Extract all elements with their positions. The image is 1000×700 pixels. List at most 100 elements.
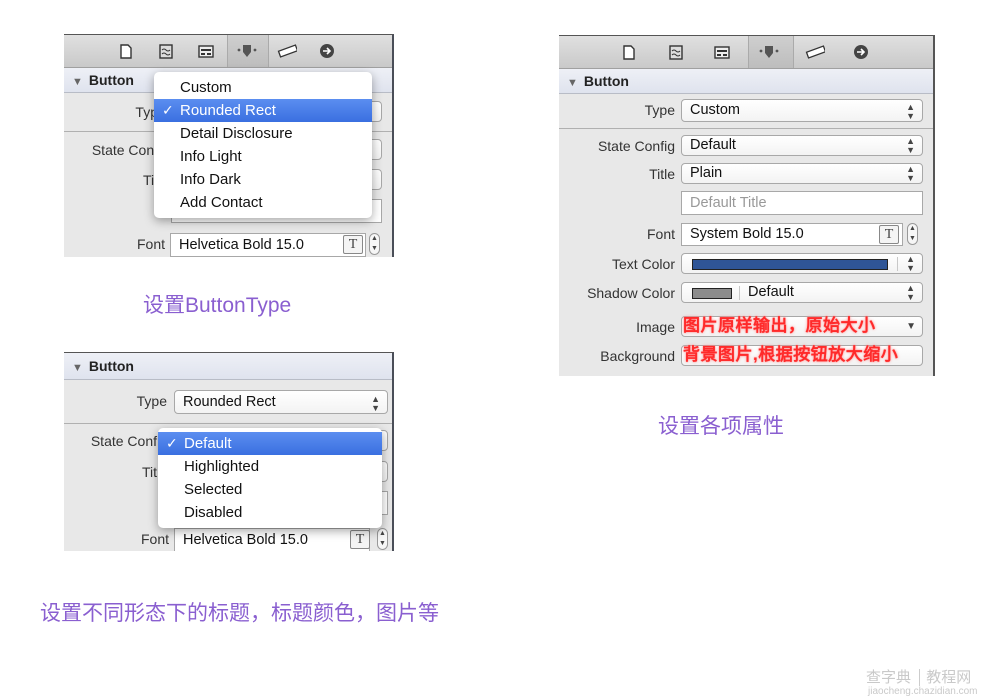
menu-item-disabled[interactable]: Disabled [158,501,382,524]
select-arrows-icon: ▲ ▼ [906,136,915,155]
divider [897,257,898,271]
watermark-url: jiaocheng.chazidian.com [868,686,978,697]
title-label: Title [649,166,675,182]
divider [739,286,740,300]
text-color-swatch [692,259,888,270]
type-dropdown-menu: Custom ✓ Rounded Rect Detail Disclosure I… [154,72,372,218]
file-inspector-icon[interactable] [116,41,136,61]
caption-attributes: 设置各项属性 [658,415,784,438]
menu-item-info-dark[interactable]: Info Dark [154,168,372,191]
divider [559,128,933,129]
attributes-inspector-icon[interactable] [237,41,257,61]
quick-help-icon[interactable] [156,41,176,61]
title-text-placeholder: Default Title [690,195,767,211]
font-label: Font [140,531,169,547]
state-config-select[interactable]: Default ▲ ▼ [681,135,923,156]
state-config-value: Default [690,137,736,153]
type-select[interactable]: Custom ▲ ▼ [681,99,923,122]
type-label: Type [644,102,675,118]
text-color-select[interactable]: ▲ ▼ [681,253,923,274]
dropdown-arrow-icon[interactable]: ▼ [906,317,916,336]
menu-item-add-contact[interactable]: Add Contact [154,191,372,214]
title-select[interactable]: Plain ▲ ▼ [681,163,923,184]
shadow-color-select[interactable]: Default ▲ ▼ [681,282,923,303]
identity-inspector-icon[interactable] [712,42,732,62]
title-label: Tit [141,464,157,480]
type-select[interactable]: Rounded Rect ▲ ▼ [174,390,388,414]
menu-item-highlighted[interactable]: Highlighted [158,455,382,478]
select-arrows-icon: ▲ ▼ [371,394,380,413]
file-inspector-icon[interactable] [619,42,639,62]
font-row: Font Helvetica Bold 15.0 T ▲ ▼ [64,528,392,551]
title-text-field[interactable]: Default Title [681,191,923,215]
font-value: System Bold 15.0 [690,226,804,242]
inspector-toolbar [559,36,933,69]
watermark-sub: 教程网 [919,669,972,686]
shadow-color-value: Default [748,284,794,300]
disclosure-triangle-icon[interactable]: ▼ [72,76,83,88]
font-value: Helvetica Bold 15.0 [183,532,308,548]
type-value: Custom [690,102,740,118]
menu-item-rounded-rect[interactable]: ✓ Rounded Rect [154,99,372,122]
menu-item-default[interactable]: ✓ Default [158,432,382,455]
font-field[interactable]: System Bold 15.0 [681,223,903,246]
select-arrows-icon: ▲ ▼ [906,102,915,121]
font-size-stepper[interactable]: ▲ ▼ [907,223,918,245]
size-inspector-icon[interactable] [805,42,825,62]
font-label: Font [136,236,165,252]
shadow-color-swatch [692,288,732,299]
section-header-button[interactable]: ▼ Button [559,69,933,94]
state-config-row: State Config Default ▲ ▼ [559,135,933,157]
type-row: Type Rounded Rect ▲ ▼ [64,390,392,414]
font-size-stepper[interactable]: ▲ ▼ [377,528,388,550]
font-value: Helvetica Bold 15.0 [179,237,304,253]
disclosure-triangle-icon[interactable]: ▼ [567,77,578,89]
inspector-panel-type-menu: ▼ Button Typ State Conf Tit Font Helvetic… [64,34,394,257]
select-arrows-icon: ▲ ▼ [906,164,915,183]
disclosure-triangle-icon[interactable]: ▼ [72,362,83,374]
title-text-row: Default Title [559,191,933,215]
image-label: Image [636,319,675,335]
font-row: Font System Bold 15.0 T ▲ ▼ [559,223,933,246]
font-picker-button[interactable]: T [343,235,363,254]
title-value: Plain [690,165,723,181]
section-header-button[interactable]: ▼ Button [64,353,392,380]
font-size-stepper[interactable]: ▲ ▼ [369,233,380,255]
state-config-dropdown-menu: ✓ Default Highlighted Selected Disabled [158,428,382,528]
shadow-color-label: Shadow Color [587,285,675,301]
identity-inspector-icon[interactable] [196,41,216,61]
type-value: Rounded Rect [183,394,276,410]
state-config-label: State Conf [90,433,157,449]
title-row: Title Plain ▲ ▼ [559,163,933,185]
caption-button-type: 设置ButtonType [143,294,292,317]
image-annotation: 图片原样输出，原始大小 [683,316,876,335]
select-arrows-icon: ▲ ▼ [906,254,915,273]
shadow-color-row: Shadow Color Default ▲ ▼ [559,282,933,304]
state-config-label: State Conf [91,142,158,158]
inspector-toolbar [64,35,392,68]
text-color-label: Text Color [611,256,675,272]
watermark-brand: 查字典 [866,669,912,686]
font-label: Font [646,226,675,242]
font-row: Font Helvetica Bold 15.0 T ▲ ▼ [64,233,392,257]
attributes-inspector-icon[interactable] [759,42,779,62]
select-arrows-icon: ▲ ▼ [906,283,915,302]
menu-item-selected[interactable]: Selected [158,478,382,501]
menu-item-info-light[interactable]: Info Light [154,145,372,168]
connections-inspector-icon[interactable] [317,41,337,61]
type-label: Type [136,393,167,409]
type-row: Type Custom ▲ ▼ [559,99,933,122]
quick-help-icon[interactable] [666,42,686,62]
connections-inspector-icon[interactable] [851,42,871,62]
caption-states: 设置不同形态下的标题，标题颜色，图片等 [40,602,439,625]
font-picker-button[interactable]: T [350,530,370,549]
divider [64,423,392,424]
menu-item-detail-disclosure[interactable]: Detail Disclosure [154,122,372,145]
checkmark-icon: ✓ [166,435,178,451]
font-field[interactable]: Helvetica Bold 15.0 [174,528,370,551]
size-inspector-icon[interactable] [277,41,297,61]
font-picker-button[interactable]: T [879,225,899,244]
text-color-row: Text Color ▲ ▼ [559,253,933,275]
font-field[interactable]: Helvetica Bold 15.0 [170,233,366,257]
menu-item-custom[interactable]: Custom [154,76,372,99]
